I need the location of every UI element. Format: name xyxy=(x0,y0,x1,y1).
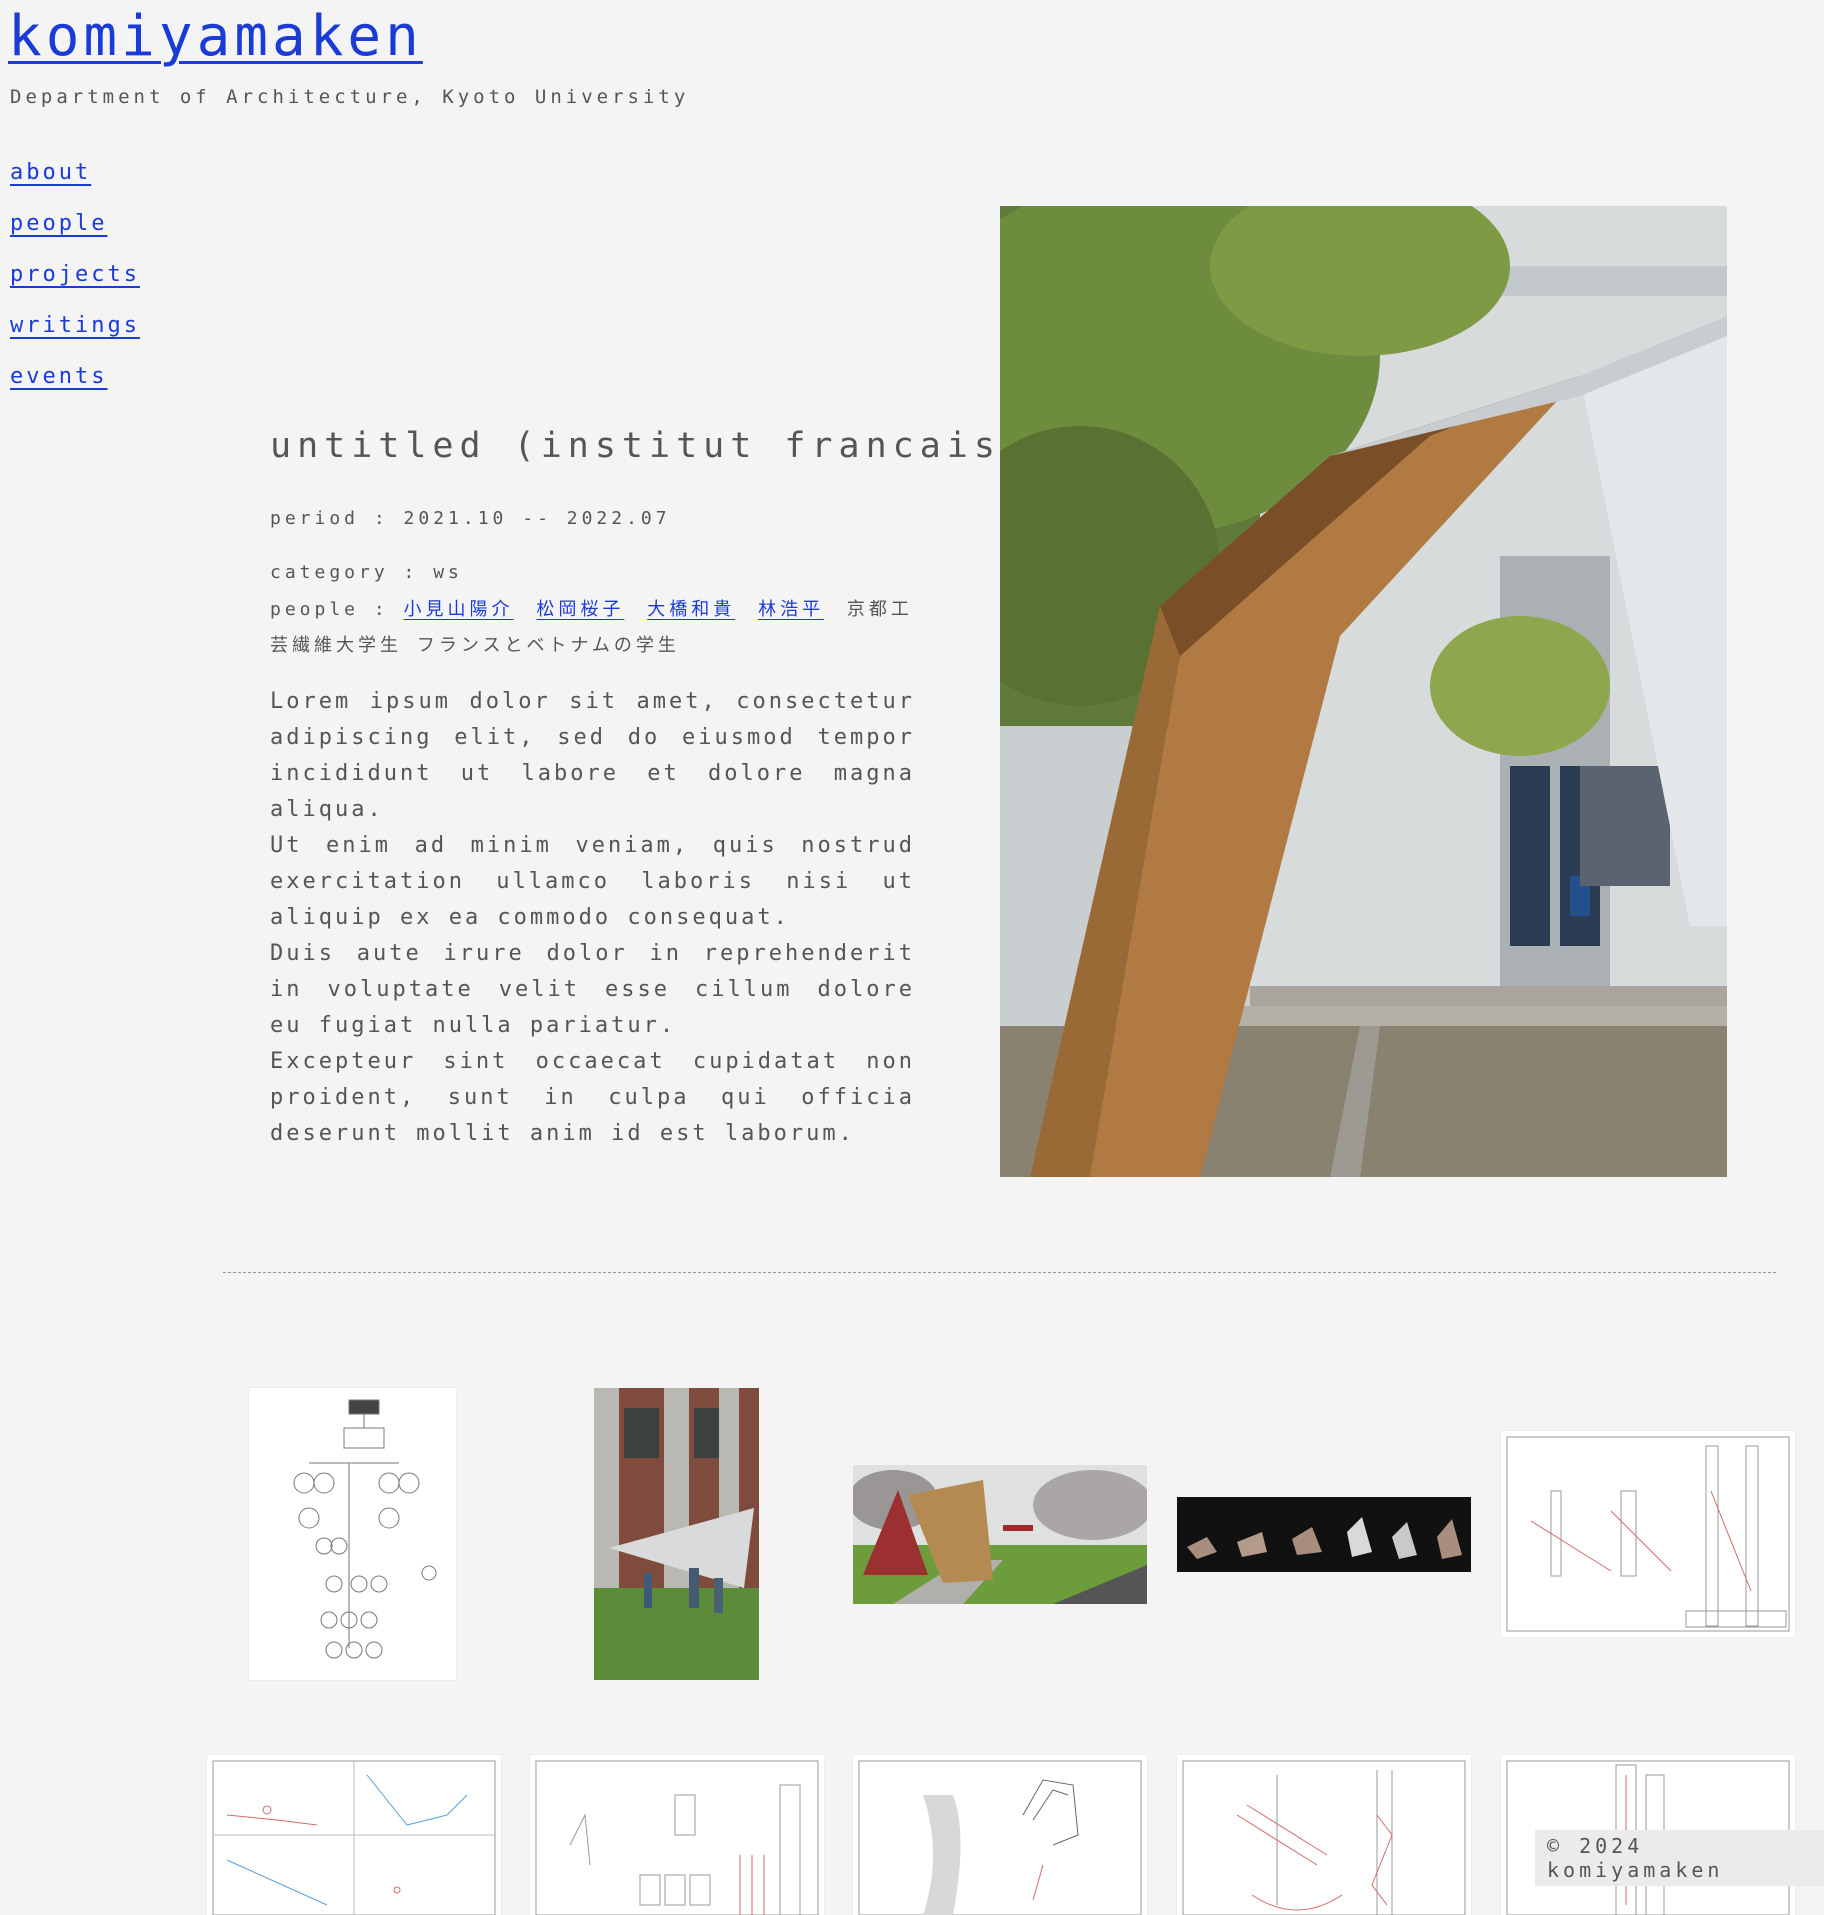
people-link-komiyama[interactable]: 小見山陽介 xyxy=(404,599,514,620)
project-category: category : ws xyxy=(270,562,463,583)
detail-drawing-2 xyxy=(530,1755,824,1915)
thumbnail[interactable] xyxy=(530,1755,824,1915)
detail-drawing-4 xyxy=(1177,1755,1471,1915)
description-paragraph: Excepteur sint occaecat cupidatat non pr… xyxy=(270,1049,915,1146)
installation-photo xyxy=(594,1388,759,1680)
nav-item-projects[interactable]: projects xyxy=(10,262,140,313)
people-label: people : xyxy=(270,599,404,620)
people-link-matsuoka[interactable]: 松岡桜子 xyxy=(536,599,624,620)
nav-item-people[interactable]: people xyxy=(10,211,140,262)
description-paragraph: Duis aute irure dolor in reprehenderit i… xyxy=(270,941,915,1038)
project-period: period : 2021.10 -- 2022.07 xyxy=(270,508,671,529)
nav-item-about[interactable]: about xyxy=(10,160,140,211)
pavilion-photo xyxy=(1000,206,1727,1177)
project-title: untitled (institut francais) xyxy=(270,426,1029,466)
section-divider xyxy=(223,1272,1776,1273)
main-nav: about people projects writings events xyxy=(10,160,140,415)
site-title: komiyamaken xyxy=(8,4,423,69)
site-subtitle: Department of Architecture, Kyoto Univer… xyxy=(10,86,690,108)
detail-drawing-3 xyxy=(853,1755,1147,1915)
description-paragraph: Ut enim ad minim veniam, quis nostrud ex… xyxy=(270,833,915,930)
site-title-link[interactable]: komiyamaken xyxy=(8,4,423,69)
rendering xyxy=(853,1465,1147,1604)
project-description: Lorem ipsum dolor sit amet, consectetur … xyxy=(270,684,915,1152)
folding-study-strip xyxy=(1177,1497,1471,1572)
detail-drawing-1 xyxy=(207,1755,501,1915)
elevation-drawing xyxy=(1501,1431,1795,1637)
project-people: people : 小見山陽介 松岡桜子 大橋和貴 林浩平 京都工芸繊維大学生 フ… xyxy=(270,592,918,664)
thumbnail[interactable] xyxy=(853,1465,1147,1604)
diagram-drawing xyxy=(249,1388,456,1680)
thumbnail[interactable] xyxy=(207,1755,501,1915)
thumbnail[interactable] xyxy=(1501,1431,1795,1637)
thumbnail[interactable] xyxy=(594,1388,759,1680)
nav-item-events[interactable]: events xyxy=(10,364,140,415)
main-photo[interactable] xyxy=(1000,206,1727,1177)
thumbnail[interactable] xyxy=(249,1388,456,1680)
people-link-ohashi[interactable]: 大橋和貴 xyxy=(647,599,735,620)
thumbnail[interactable] xyxy=(1177,1755,1471,1915)
description-paragraph: Lorem ipsum dolor sit amet, consectetur … xyxy=(270,689,915,822)
thumbnail[interactable] xyxy=(853,1755,1147,1915)
copyright: © 2024 komiyamaken xyxy=(1535,1830,1824,1886)
nav-item-writings[interactable]: writings xyxy=(10,313,140,364)
thumbnail[interactable] xyxy=(1177,1497,1471,1572)
people-link-hayashi[interactable]: 林浩平 xyxy=(758,599,824,620)
